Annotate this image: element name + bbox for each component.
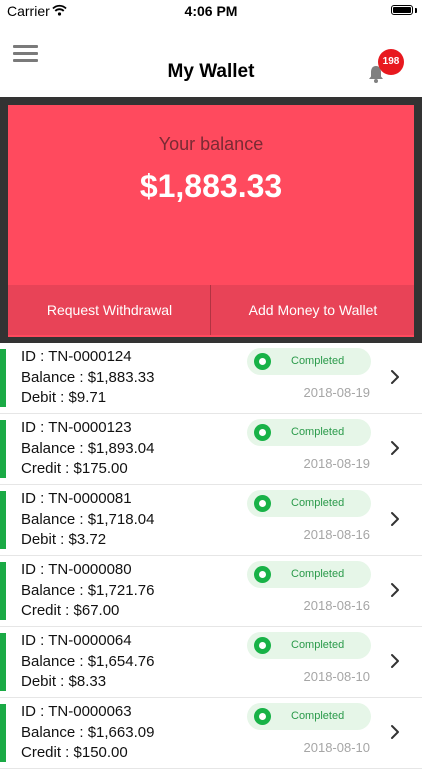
status-dot-icon [254, 353, 271, 370]
transaction-row[interactable]: ID : TN-0000081 Balance : $1,718.04 Debi… [0, 485, 422, 556]
status-badge: Completed [247, 703, 371, 730]
transaction-id: ID : TN-0000081 [21, 490, 132, 507]
transaction-id: ID : TN-0000080 [21, 561, 132, 578]
transaction-row[interactable]: ID : TN-0000063 Balance : $1,663.09 Cred… [0, 698, 422, 769]
status-text: Completed [291, 497, 345, 509]
transaction-id: ID : TN-0000063 [21, 703, 132, 720]
status-dot-icon [254, 495, 271, 512]
status-indicator-bar [0, 420, 6, 478]
chevron-right-icon[interactable] [390, 511, 400, 532]
status-dot-icon [254, 566, 271, 583]
chevron-right-icon[interactable] [390, 582, 400, 603]
transaction-date: 2018-08-19 [303, 456, 371, 471]
transaction-date: 2018-08-10 [303, 669, 371, 684]
chevron-right-icon[interactable] [390, 369, 400, 390]
transaction-row[interactable]: ID : TN-0000064 Balance : $1,654.76 Debi… [0, 627, 422, 698]
hamburger-icon[interactable] [13, 45, 38, 62]
transaction-balance: Balance : $1,663.09 [21, 724, 155, 741]
status-bar: Carrier 4:06 PM [0, 0, 422, 22]
transaction-balance: Balance : $1,883.33 [21, 369, 155, 386]
transaction-amount: Debit : $9.71 [21, 389, 107, 406]
transaction-row[interactable]: ID : TN-0000123 Balance : $1,893.04 Cred… [0, 414, 422, 485]
status-text: Completed [291, 355, 345, 367]
action-divider [210, 285, 211, 335]
status-badge: Completed [247, 632, 371, 659]
status-dot-icon [254, 424, 271, 441]
transaction-id: ID : TN-0000064 [21, 632, 132, 649]
status-text: Completed [291, 639, 345, 651]
transaction-id: ID : TN-0000124 [21, 348, 132, 365]
status-text: Completed [291, 710, 345, 722]
status-indicator-bar [0, 562, 6, 620]
transaction-balance: Balance : $1,721.76 [21, 582, 155, 599]
chevron-right-icon[interactable] [390, 653, 400, 674]
balance-label: Your balance [158, 134, 264, 154]
transaction-row[interactable]: ID : TN-0000080 Balance : $1,721.76 Cred… [0, 556, 422, 627]
transaction-balance: Balance : $1,893.04 [21, 440, 155, 457]
transaction-date: 2018-08-10 [303, 740, 371, 755]
transaction-id: ID : TN-0000123 [21, 419, 132, 436]
transaction-row[interactable]: ID : TN-0000124 Balance : $1,883.33 Debi… [0, 343, 422, 414]
transaction-amount: Debit : $8.33 [21, 673, 107, 690]
chevron-right-icon[interactable] [390, 440, 400, 461]
transaction-amount: Debit : $3.72 [21, 531, 107, 548]
battery-tip [415, 8, 417, 13]
notification-badge[interactable]: 198 [378, 49, 404, 75]
transaction-date: 2018-08-19 [303, 385, 371, 400]
transaction-amount: Credit : $67.00 [21, 602, 120, 619]
transaction-date: 2018-08-16 [303, 527, 371, 542]
status-text: Completed [291, 568, 345, 580]
balance-amount: $1,883.33 [139, 168, 283, 204]
battery-icon [391, 5, 413, 15]
chevron-right-icon[interactable] [390, 724, 400, 745]
status-badge: Completed [247, 419, 371, 446]
status-indicator-bar [0, 704, 6, 762]
balance-actions: Request Withdrawal Add Money to Wallet [8, 285, 414, 335]
status-dot-icon [254, 637, 271, 654]
status-text: Completed [291, 426, 345, 438]
clock: 4:06 PM [184, 3, 238, 19]
status-badge: Completed [247, 561, 371, 588]
status-dot-icon [254, 708, 271, 725]
status-indicator-bar [0, 633, 6, 691]
add-money-button[interactable]: Add Money to Wallet [212, 285, 414, 335]
status-indicator-bar [0, 491, 6, 549]
request-withdrawal-button[interactable]: Request Withdrawal [8, 285, 211, 335]
transaction-date: 2018-08-16 [303, 598, 371, 613]
transaction-amount: Credit : $150.00 [21, 744, 128, 761]
page-title: My Wallet [167, 61, 255, 82]
transaction-balance: Balance : $1,718.04 [21, 511, 155, 528]
transaction-amount: Credit : $175.00 [21, 460, 128, 477]
status-badge: Completed [247, 490, 371, 517]
transaction-balance: Balance : $1,654.76 [21, 653, 155, 670]
status-badge: Completed [247, 348, 371, 375]
status-indicator-bar [0, 349, 6, 407]
